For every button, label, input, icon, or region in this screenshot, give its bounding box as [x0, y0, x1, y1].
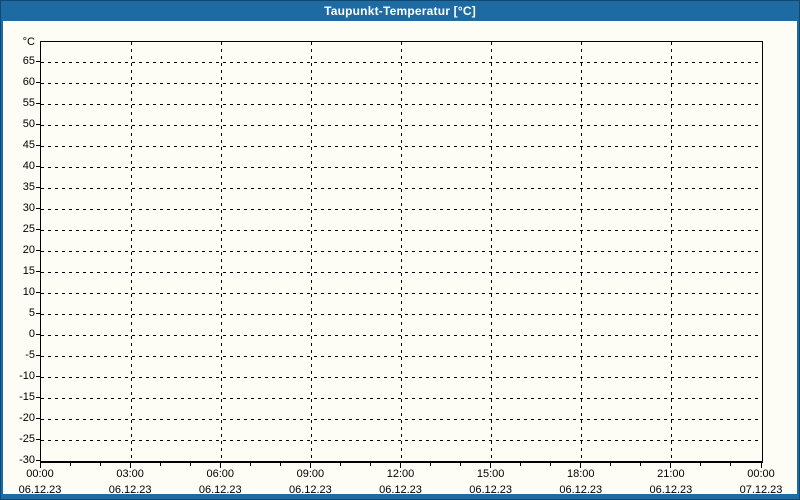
- x-axis-minor-tick: [700, 462, 702, 466]
- x-axis-major-tick: [39, 462, 41, 468]
- x-axis-minor-tick: [69, 462, 71, 466]
- y-axis-tick-label: 30: [22, 202, 35, 215]
- x-axis-minor-tick: [550, 462, 552, 466]
- y-axis-tick-label: 45: [22, 139, 35, 152]
- y-axis-tick-label: 25: [22, 223, 35, 236]
- y-axis-tick-label: 35: [22, 181, 35, 194]
- y-axis-tick-label: 10: [22, 285, 35, 298]
- x-axis-date-label: 07.12.23: [739, 484, 783, 496]
- y-axis-tick-label: 55: [22, 97, 35, 110]
- x-axis-minor-tick: [249, 462, 251, 466]
- y-axis-tick: [36, 103, 40, 105]
- y-axis-tick-label: 40: [22, 160, 35, 173]
- x-axis-minor-tick: [640, 462, 642, 466]
- x-axis-date-label: 06.12.23: [559, 484, 603, 496]
- x-axis-major-tick: [129, 462, 131, 468]
- v-gridline: [220, 42, 222, 461]
- y-axis-tick-label: -10: [19, 369, 35, 382]
- x-axis-minor-tick: [99, 462, 101, 466]
- x-axis-minor-tick: [460, 462, 462, 466]
- y-axis-tick: [36, 208, 40, 210]
- v-gridline: [671, 42, 673, 461]
- y-axis-tick-label: -5: [25, 348, 35, 361]
- y-axis-tick-label: 0: [28, 327, 35, 340]
- y-axis-tick-label: 20: [22, 244, 35, 256]
- x-axis-time-label: 00:00: [26, 468, 54, 480]
- x-axis-minor-tick: [369, 462, 371, 466]
- y-axis-tick-label: 15: [22, 264, 35, 277]
- x-axis-date-label: 06.12.23: [198, 484, 242, 496]
- x-axis-time-label: 09:00: [296, 468, 325, 480]
- x-axis-minor-tick: [279, 462, 281, 466]
- chart-window-frame: Taupunkt-Temperatur [°C] °C 65 60 55 50 45 40…: [0, 0, 800, 500]
- x-axis-major-tick: [400, 462, 401, 468]
- x-axis-time-label: 18:00: [566, 468, 595, 480]
- x-axis-major-tick: [580, 462, 582, 468]
- y-axis-tick-label: -30: [19, 453, 35, 466]
- y-axis-tick: [36, 396, 40, 398]
- y-axis-tick: [36, 291, 40, 293]
- v-gridline: [581, 42, 583, 461]
- chart-title-bar: Taupunkt-Temperatur [°C]: [1, 1, 799, 21]
- x-axis-major-tick: [760, 462, 762, 468]
- y-axis-tick: [36, 438, 40, 440]
- v-gridline: [401, 42, 402, 461]
- y-axis-tick: [36, 61, 40, 63]
- x-axis-minor-tick: [430, 462, 432, 466]
- x-axis-date-label: 06.12.23: [469, 484, 513, 496]
- v-gridline: [491, 42, 493, 461]
- y-axis-unit-label: °C: [22, 36, 35, 48]
- x-axis-date-label: 06.12.23: [649, 484, 693, 496]
- x-axis-time-label: 12:00: [386, 468, 415, 480]
- y-axis-tick-label: -15: [19, 390, 35, 403]
- y-axis-tick: [36, 354, 40, 356]
- x-axis-major-tick: [219, 462, 221, 468]
- x-axis-minor-tick: [520, 462, 522, 466]
- y-axis-tick: [36, 459, 40, 461]
- x-axis-minor-tick: [339, 462, 341, 466]
- y-axis-tick-label: 5: [28, 306, 35, 319]
- x-axis-major-tick: [309, 462, 311, 468]
- x-axis-time-label: 15:00: [476, 468, 505, 480]
- x-axis-date-label: 06.12.23: [18, 484, 62, 496]
- x-axis-time-label: 03:00: [116, 468, 144, 480]
- y-axis-tick-label: 60: [22, 76, 35, 89]
- x-axis-date-label: 06.12.23: [288, 484, 332, 496]
- v-gridline: [310, 42, 312, 461]
- y-axis-tick: [36, 124, 40, 126]
- v-gridline: [130, 42, 132, 461]
- y-axis-tick-label: -25: [19, 432, 35, 445]
- y-axis-tick: [36, 166, 40, 168]
- x-axis-time-label: 21:00: [657, 468, 685, 480]
- y-axis-tick: [36, 375, 40, 377]
- x-axis-date-label: 06.12.23: [108, 484, 152, 496]
- chart-title: Taupunkt-Temperatur [°C]: [324, 4, 476, 18]
- x-axis-minor-tick: [610, 462, 612, 466]
- y-axis-tick: [36, 82, 40, 84]
- y-axis-tick: [36, 417, 40, 419]
- x-axis-minor-tick: [730, 462, 732, 466]
- y-axis-tick-label: 65: [22, 55, 35, 68]
- chart-canvas: °C 65 60 55 50 45 40 35 30 25 20 15 10 5 0 -5 -10 -15 -20…: [3, 21, 797, 496]
- y-axis-tick: [36, 250, 40, 251]
- x-axis-time-label: 00:00: [747, 468, 775, 480]
- plot-area: [40, 41, 763, 463]
- y-axis-tick: [36, 229, 40, 231]
- y-axis-tick: [36, 333, 40, 335]
- x-axis-date-label: 06.12.23: [379, 484, 422, 496]
- y-axis-tick: [36, 187, 40, 189]
- x-axis-time-label: 06:00: [206, 468, 235, 480]
- x-axis-major-tick: [490, 462, 492, 468]
- y-axis-tick: [36, 312, 40, 314]
- x-axis-minor-tick: [159, 462, 161, 466]
- x-axis-major-tick: [670, 462, 672, 468]
- y-axis-tick: [36, 145, 40, 147]
- x-axis-minor-tick: [189, 462, 191, 466]
- y-axis-tick-label: -20: [19, 411, 35, 424]
- y-axis-tick-label: 50: [22, 118, 35, 131]
- y-axis-tick: [36, 270, 40, 272]
